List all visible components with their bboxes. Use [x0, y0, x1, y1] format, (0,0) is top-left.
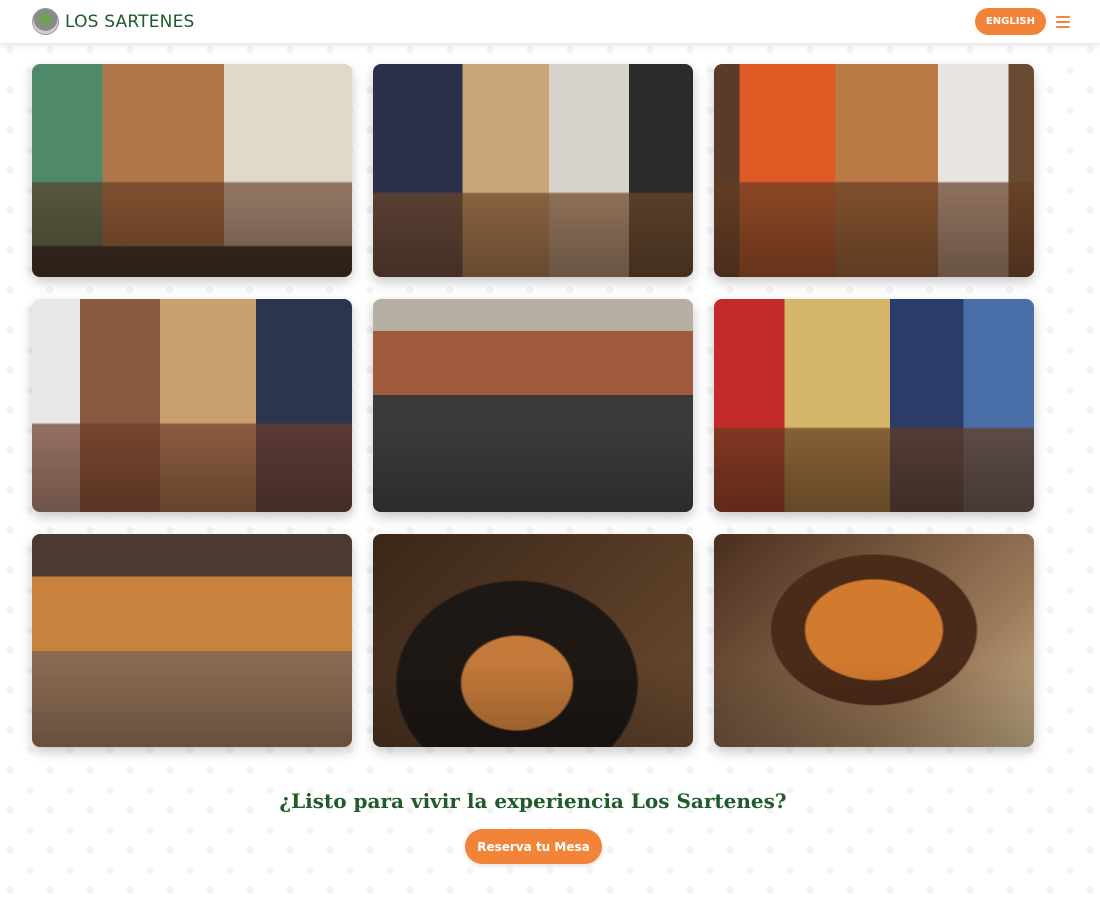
hamburger-menu-icon[interactable]	[1056, 15, 1070, 28]
brand-name: LOS SARTENES	[65, 11, 195, 32]
language-toggle-button[interactable]: ENGLISH	[974, 8, 1046, 35]
cta-heading: ¿Listo para vivir la experiencia Los Sar…	[279, 789, 787, 813]
gallery-photo[interactable]	[714, 299, 1034, 512]
gallery-photo[interactable]	[32, 299, 352, 512]
reserve-table-button[interactable]: Reserva tu Mesa	[465, 829, 602, 864]
gallery-photo[interactable]	[32, 534, 352, 747]
gallery-photo[interactable]	[714, 534, 1034, 747]
header-actions: ENGLISH	[974, 8, 1070, 35]
gallery-photo[interactable]	[32, 64, 352, 277]
site-header: LOS SARTENES ENGLISH	[0, 0, 1100, 43]
gallery-photo[interactable]	[373, 64, 693, 277]
photo-gallery	[32, 64, 1034, 747]
logo-icon	[32, 8, 59, 35]
brand[interactable]: LOS SARTENES	[32, 8, 195, 35]
gallery-photo[interactable]	[714, 64, 1034, 277]
gallery-photo[interactable]	[373, 534, 693, 747]
gallery-photo[interactable]	[373, 299, 693, 512]
